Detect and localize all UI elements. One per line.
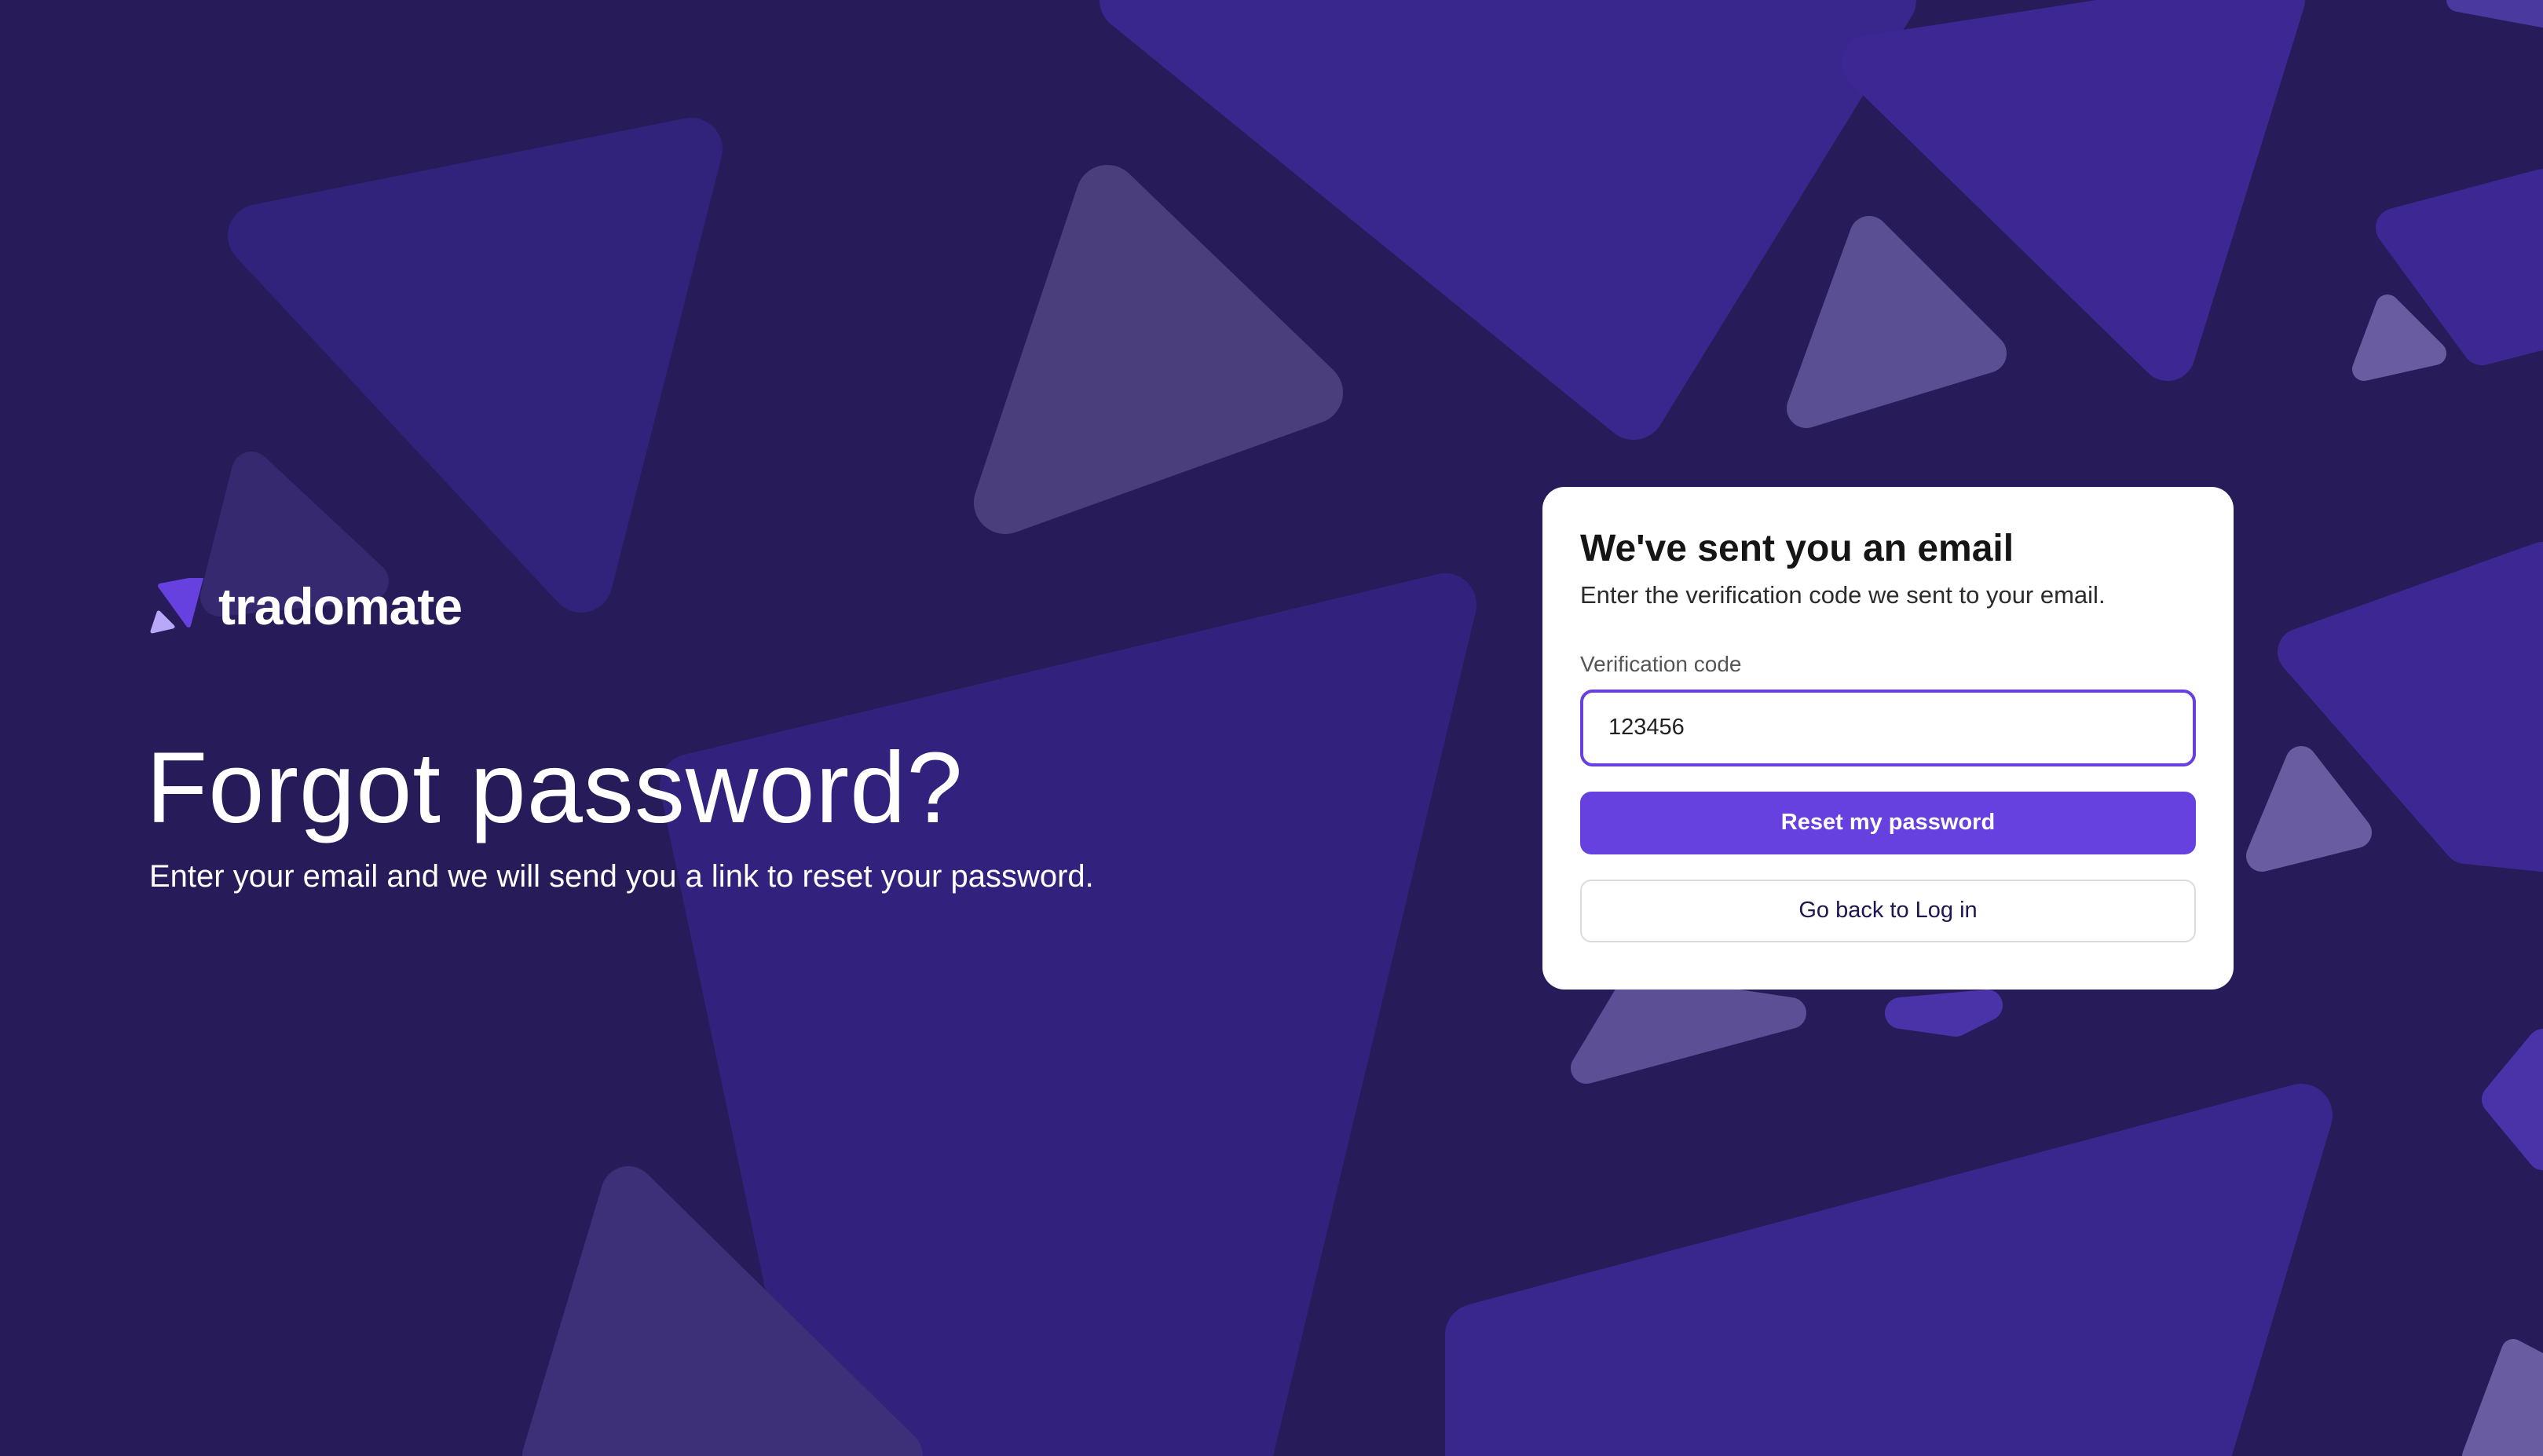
- verification-code-label: Verification code: [1580, 651, 1742, 676]
- page-title: Forgot password?: [146, 732, 964, 844]
- tradomate-logo-icon: [150, 578, 203, 634]
- card-subtitle: Enter the verification code we sent to y…: [1580, 580, 2106, 609]
- card-title: We've sent you an email: [1580, 528, 2014, 569]
- brand-logo: tradomate: [149, 576, 463, 636]
- verification-card: We've sent you an email Enter the verifi…: [1542, 487, 2234, 990]
- verification-code-input[interactable]: [1580, 689, 2196, 766]
- back-to-login-button[interactable]: Go back to Log in: [1580, 879, 2196, 942]
- forgot-password-page: tradomate Forgot password? Enter your em…: [0, 0, 2543, 1456]
- reset-password-button[interactable]: Reset my password: [1580, 791, 2196, 854]
- brand-name: tradomate: [218, 577, 463, 635]
- page-subtitle: Enter your email and we will send you a …: [149, 859, 1094, 894]
